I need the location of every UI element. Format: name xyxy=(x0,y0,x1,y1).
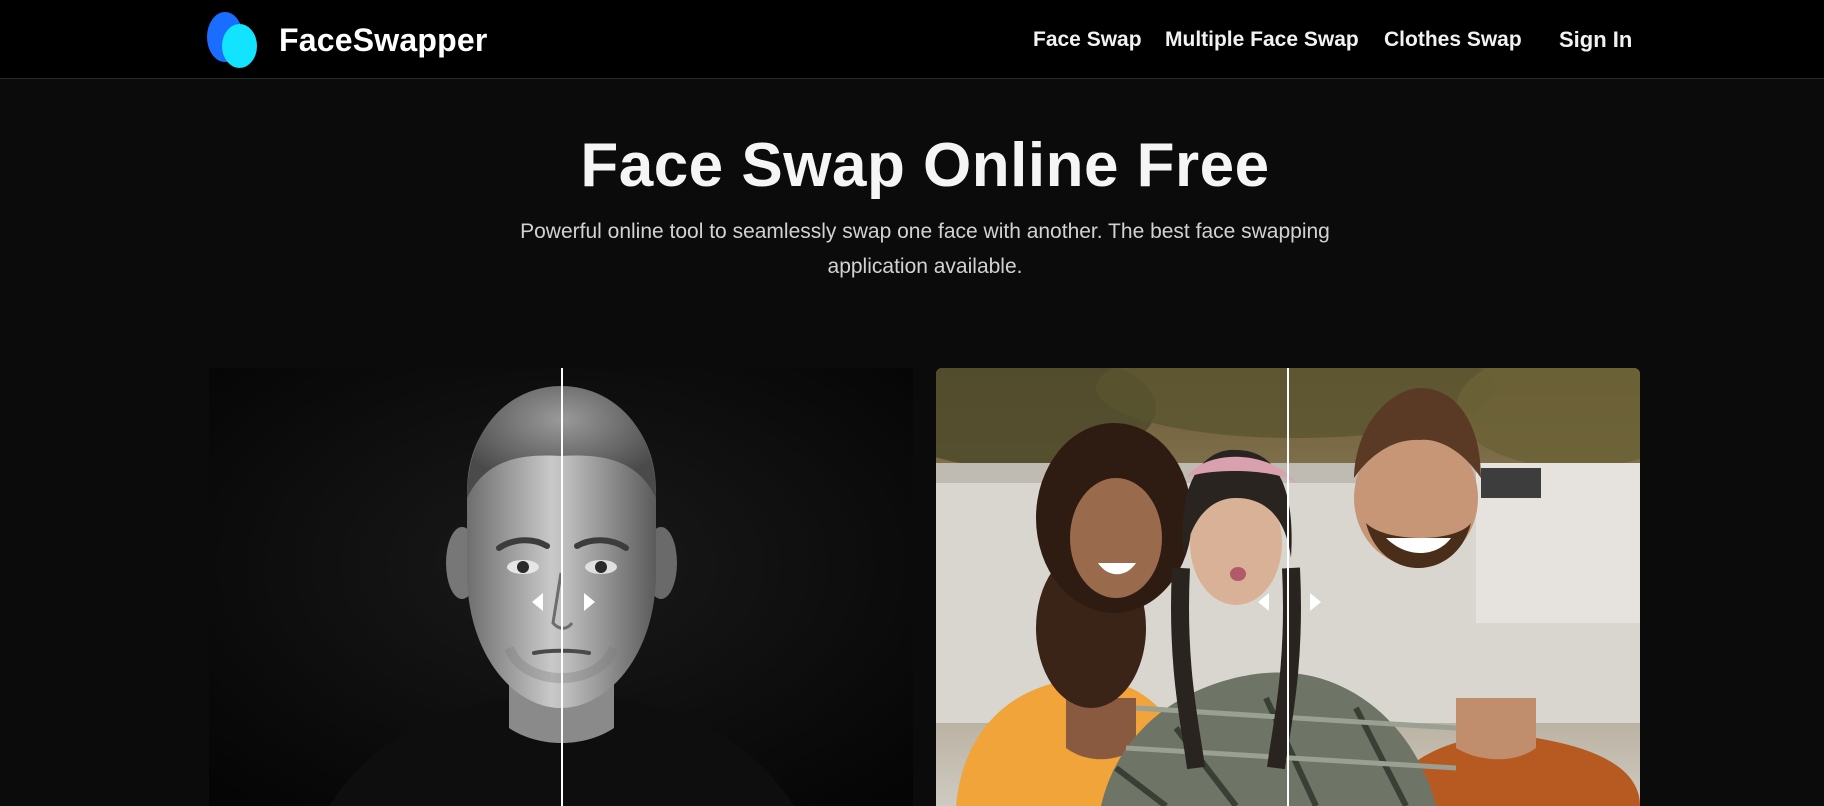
logo-cyan-shape xyxy=(222,24,257,68)
comparison-slider-handle[interactable] xyxy=(1287,368,1289,806)
arrow-right-icon[interactable] xyxy=(584,593,595,611)
nav-multiple-face-swap[interactable]: Multiple Face Swap xyxy=(1165,28,1359,52)
sign-in-link[interactable]: Sign In xyxy=(1559,27,1632,53)
nav-clothes-swap[interactable]: Clothes Swap xyxy=(1384,28,1522,52)
arrow-right-icon[interactable] xyxy=(1310,593,1321,611)
faceswapper-logo-icon xyxy=(205,12,261,68)
single-face-comparison[interactable] xyxy=(209,368,913,806)
comparison-slider-handle[interactable] xyxy=(561,368,563,806)
brand-home-link[interactable]: FaceSwapper xyxy=(205,12,488,68)
page-subtitle: Powerful online tool to seamlessly swap … xyxy=(520,220,1330,278)
nav-face-swap[interactable]: Face Swap xyxy=(1033,28,1142,52)
page-title: Face Swap Online Free xyxy=(580,131,1270,200)
brand-name: FaceSwapper xyxy=(279,21,488,58)
arrow-left-icon[interactable] xyxy=(1258,593,1269,611)
arrow-left-icon[interactable] xyxy=(532,593,543,611)
group-face-comparison[interactable] xyxy=(936,368,1640,806)
top-navigation-bar: FaceSwapper Face Swap Multiple Face Swap… xyxy=(0,0,1824,79)
